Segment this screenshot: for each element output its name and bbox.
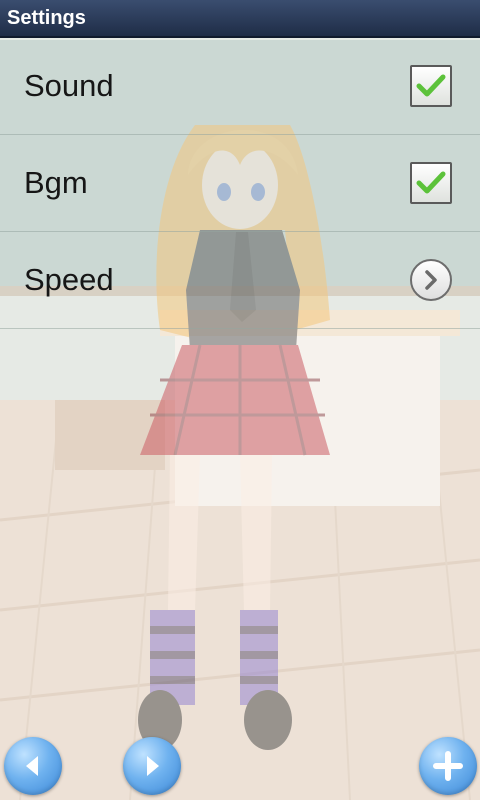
check-icon	[416, 171, 446, 194]
plus-icon	[433, 751, 463, 781]
title-bar: Settings	[0, 0, 480, 38]
arrow-right-icon	[147, 756, 159, 776]
setting-row-speed[interactable]: Speed	[0, 232, 480, 329]
settings-list: Sound Bgm Speed	[0, 38, 480, 329]
setting-label-speed: Speed	[24, 262, 114, 297]
setting-label-bgm: Bgm	[24, 165, 88, 200]
chevron-right-icon	[425, 270, 437, 290]
next-button[interactable]	[123, 737, 181, 795]
arrow-left-icon	[26, 756, 38, 776]
setting-row-bgm[interactable]: Bgm	[0, 135, 480, 232]
check-icon	[416, 74, 446, 97]
speed-arrow-button[interactable]	[410, 259, 452, 301]
sound-checkbox[interactable]	[410, 65, 452, 107]
page-title: Settings	[7, 6, 86, 29]
bgm-checkbox[interactable]	[410, 162, 452, 204]
setting-row-sound[interactable]: Sound	[0, 38, 480, 135]
setting-label-sound: Sound	[24, 68, 114, 103]
add-button[interactable]	[419, 737, 477, 795]
previous-button[interactable]	[4, 737, 62, 795]
